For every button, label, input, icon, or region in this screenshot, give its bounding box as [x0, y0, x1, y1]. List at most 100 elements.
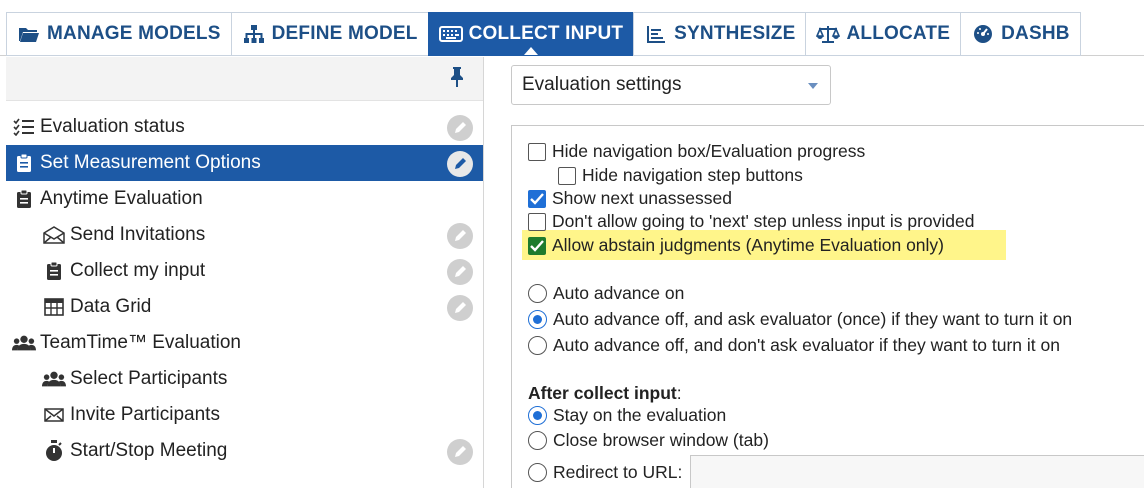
tab-define-model[interactable]: DEFINE MODEL: [230, 12, 428, 56]
users-icon: [12, 332, 36, 354]
edit-icon[interactable]: [447, 259, 473, 285]
clipboard-icon: [12, 188, 36, 210]
folder-icon: [17, 24, 41, 44]
tab-label: ALLOCATE: [846, 23, 951, 44]
dont-allow-next-checkbox[interactable]: [528, 212, 546, 231]
tree-item-invite-participants[interactable]: Invite Participants: [6, 397, 483, 433]
checklist-icon: [12, 116, 36, 138]
evaluation-tree: Evaluation status Set Measurement Option…: [6, 109, 483, 469]
left-navigation-panel: Evaluation status Set Measurement Option…: [6, 57, 484, 488]
close-browser-window-radio[interactable]: [528, 431, 547, 450]
auto-advance-off-dont-ask-radio[interactable]: [528, 336, 547, 355]
tab-manage-models[interactable]: MANAGE MODELS: [6, 12, 231, 56]
tree-item-label: Invite Participants: [70, 404, 220, 425]
stay-on-evaluation-radio[interactable]: [528, 406, 547, 425]
option-auto-advance-off-ask[interactable]: Auto advance off, and ask evaluator (onc…: [528, 309, 1072, 330]
option-label: Auto advance off, and ask evaluator (onc…: [553, 309, 1073, 329]
tree-item-start-stop-meeting[interactable]: Start/Stop Meeting: [6, 433, 483, 469]
auto-advance-on-radio[interactable]: [528, 284, 547, 303]
option-auto-advance-on[interactable]: Auto advance on: [528, 283, 684, 304]
keyboard-icon: [438, 24, 463, 44]
edit-icon[interactable]: [447, 439, 473, 465]
tree-item-evaluation-status[interactable]: Evaluation status: [6, 109, 483, 145]
tree-item-label: Anytime Evaluation: [40, 188, 203, 209]
option-label: Show next unassessed: [552, 188, 732, 208]
option-hide-navigation-steps[interactable]: Hide navigation step buttons: [558, 165, 803, 186]
option-hide-navigation-box[interactable]: Hide navigation box/Evaluation progress: [528, 141, 865, 162]
redirect-url-input[interactable]: [690, 455, 1144, 488]
hide-navigation-steps-checkbox[interactable]: [558, 166, 576, 185]
option-label: Hide navigation step buttons: [582, 165, 803, 185]
chevron-down-icon: [808, 83, 818, 89]
option-show-next-unassessed[interactable]: Show next unassessed: [528, 188, 732, 209]
tree-item-select-participants[interactable]: Select Participants: [6, 361, 483, 397]
edit-icon[interactable]: [447, 151, 473, 177]
pin-icon[interactable]: [449, 66, 465, 88]
stopwatch-icon: [42, 440, 66, 462]
gauge-icon: [971, 24, 995, 44]
tree-item-label: Select Participants: [70, 368, 228, 389]
tab-dashboard[interactable]: DASHB: [960, 12, 1081, 56]
after-collect-heading-text: After collect input: [528, 383, 677, 403]
tree-item-send-invitations[interactable]: Send Invitations: [6, 217, 483, 253]
clipboard-icon: [12, 152, 36, 174]
checkmark-icon: [530, 192, 544, 205]
hierarchy-icon: [242, 24, 266, 44]
tab-synthesize[interactable]: SYNTHESIZE: [633, 12, 806, 56]
tree-item-label: Evaluation status: [40, 116, 185, 137]
users-icon: [42, 368, 66, 390]
active-tab-caret: [523, 47, 538, 55]
auto-advance-off-ask-radio[interactable]: [528, 310, 547, 329]
main-tabs: MANAGE MODELS DEFINE MODEL COLLECT INPUT…: [6, 12, 1081, 56]
tab-label: DEFINE MODEL: [271, 23, 418, 44]
tree-item-label: TeamTime™ Evaluation: [40, 332, 241, 353]
tab-label: DASHB: [1001, 23, 1070, 44]
scales-icon: [816, 24, 841, 44]
tree-item-label: Set Measurement Options: [40, 152, 261, 173]
option-dont-allow-next[interactable]: Don't allow going to 'next' step unless …: [528, 211, 975, 232]
option-label: Hide navigation box/Evaluation progress: [552, 141, 866, 161]
tree-item-label: Send Invitations: [70, 224, 206, 245]
after-collect-heading-colon: :: [676, 383, 682, 403]
edit-icon[interactable]: [447, 223, 473, 249]
hide-navigation-box-checkbox[interactable]: [528, 142, 546, 161]
option-label: Redirect to URL:: [553, 461, 683, 482]
option-stay-on-evaluation[interactable]: Stay on the evaluation: [528, 405, 726, 426]
option-allow-abstain[interactable]: Allow abstain judgments (Anytime Evaluat…: [528, 235, 944, 256]
tree-item-anytime-evaluation[interactable]: Anytime Evaluation: [6, 181, 483, 217]
edit-icon[interactable]: [447, 295, 473, 321]
tree-item-label: Start/Stop Meeting: [70, 440, 228, 461]
tree-item-set-measurement-options[interactable]: Set Measurement Options: [6, 145, 483, 181]
envelope-icon: [42, 404, 66, 426]
option-label: Close browser window (tab): [553, 430, 769, 450]
tab-label: SYNTHESIZE: [674, 23, 796, 44]
tab-allocate[interactable]: ALLOCATE: [805, 12, 961, 56]
tab-label: MANAGE MODELS: [47, 23, 221, 44]
option-label: Stay on the evaluation: [553, 405, 727, 425]
bar-list-icon: [644, 24, 668, 44]
redirect-to-url-radio[interactable]: [528, 462, 547, 482]
option-auto-advance-off-dont-ask[interactable]: Auto advance off, and don't ask evaluato…: [528, 335, 1060, 356]
tree-item-collect-my-input[interactable]: Collect my input: [6, 253, 483, 289]
option-label: Auto advance off, and don't ask evaluato…: [553, 335, 1060, 355]
tab-collect-input[interactable]: COLLECT INPUT: [427, 12, 634, 56]
tab-label: COLLECT INPUT: [468, 23, 624, 44]
evaluation-settings-box: Hide navigation box/Evaluation progress …: [511, 125, 1144, 488]
option-close-browser-window[interactable]: Close browser window (tab): [528, 430, 769, 451]
after-collect-heading: After collect input:: [528, 383, 682, 404]
settings-content: Evaluation settings Hide navigation box/…: [485, 57, 1144, 488]
option-label: Auto advance on: [553, 283, 685, 303]
allow-abstain-checkbox[interactable]: [528, 236, 546, 255]
tree-item-data-grid[interactable]: Data Grid: [6, 289, 483, 325]
envelope-open-icon: [42, 224, 66, 246]
settings-dropdown-value: Evaluation settings: [522, 74, 682, 95]
option-label: Allow abstain judgments (Anytime Evaluat…: [552, 235, 944, 255]
checkmark-icon: [530, 239, 544, 252]
edit-icon[interactable]: [447, 115, 473, 141]
show-next-unassessed-checkbox[interactable]: [528, 189, 546, 208]
panel-header: [6, 57, 483, 101]
clipboard-icon: [42, 260, 66, 282]
option-redirect-to-url[interactable]: Redirect to URL:: [528, 455, 1144, 488]
settings-dropdown[interactable]: Evaluation settings: [511, 65, 831, 105]
tree-item-teamtime-evaluation[interactable]: TeamTime™ Evaluation: [6, 325, 483, 361]
